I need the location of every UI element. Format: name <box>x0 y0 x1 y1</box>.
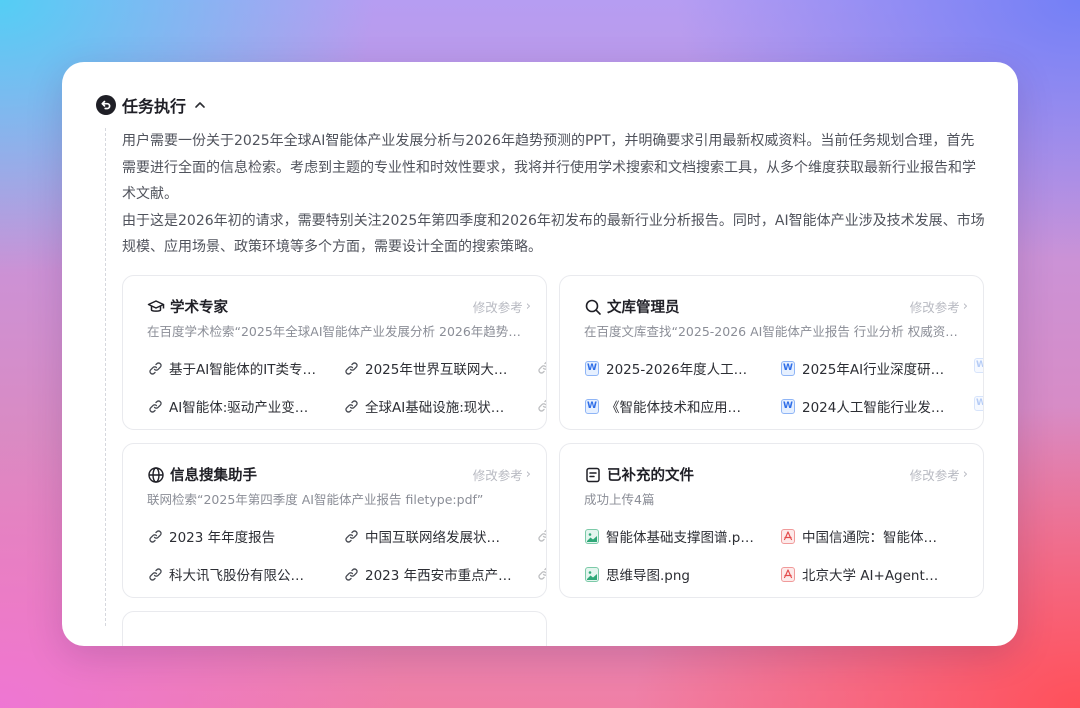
reference-item[interactable]: AI智能体:驱动产业变革的新引擎 <box>147 396 317 416</box>
card-subtitle: 在百度文库查找“2025-2026 AI智能体产业报告 行业分析 权威资料” <box>584 324 959 339</box>
reference-item[interactable]: W 《智能体技术和应用研究报告》 <box>584 396 754 416</box>
file-icon <box>584 466 602 484</box>
agent-card-library: 文库管理员 修改参考 › 在百度文库查找“2025-2026 AI智能体产业报告 … <box>559 275 984 430</box>
modify-reference-label: 修改参考 <box>909 468 960 483</box>
card-title: 已补充的文件 <box>607 468 694 484</box>
task-return-icon <box>96 95 116 115</box>
link-icon <box>537 566 546 585</box>
link-icon <box>147 566 163 582</box>
chevron-up-icon[interactable] <box>194 101 206 109</box>
link-icon <box>147 528 163 544</box>
modify-reference-button[interactable]: 修改参考 › <box>473 297 531 316</box>
card-subtitle: 联网检索“2025年第四季度 AI智能体产业报告 filetype:pdf” <box>147 492 484 507</box>
reference-item[interactable]: W 2025年AI行业深度研究报告 <box>780 358 950 378</box>
image-file-icon <box>584 528 600 544</box>
word-doc-icon: W <box>974 396 983 411</box>
task-title: 任务执行 <box>122 97 187 116</box>
reference-title: 2023 年年度报告 <box>169 530 276 546</box>
link-icon <box>343 528 359 544</box>
chevron-right-icon: › <box>525 299 531 314</box>
word-doc-icon: W <box>974 358 983 373</box>
image-file-icon <box>584 566 600 582</box>
uploaded-file-item[interactable]: 智能体基础支撑图谱.png <box>584 526 754 546</box>
link-icon <box>147 398 163 414</box>
modify-reference-button[interactable]: 修改参考 › <box>910 465 968 484</box>
timeline-divider <box>105 128 106 626</box>
description-paragraph: 用户需要一份关于2025年全球AI智能体产业发展分析与2026年趋势预测的PPT… <box>122 133 976 202</box>
description-paragraph: 由于这是2026年初的请求，需要特别关注2025年第四季度和2026年初发布的最… <box>122 212 985 256</box>
reference-item[interactable]: 2023 年年度报告 <box>147 526 317 546</box>
agent-card-web-search: 信息搜集助手 修改参考 › 联网检索“2025年第四季度 AI智能体产业报告 fi… <box>122 443 547 598</box>
task-header[interactable]: 任务执行 <box>96 94 206 116</box>
graduation-cap-icon <box>147 298 165 316</box>
reference-title: 《智能体技术和应用研究报告》 <box>606 400 754 416</box>
reference-title: 2025年AI行业深度研究报告 <box>802 362 950 378</box>
chevron-right-icon: › <box>962 467 968 482</box>
card-header: 信息搜集助手 <box>147 464 257 485</box>
link-icon <box>147 360 163 376</box>
search-icon <box>584 298 602 316</box>
agent-card-partial <box>122 611 547 646</box>
globe-icon <box>147 466 165 484</box>
reference-title: 基于AI智能体的IT类专业人才培养 <box>169 362 317 378</box>
reference-item[interactable]: W 2025-2026年度人工智能产业发展报告 <box>584 358 754 378</box>
card-header: 已补充的文件 <box>584 464 694 485</box>
card-title: 信息搜集助手 <box>170 468 257 484</box>
reference-title: 2025-2026年度人工智能产业发展报告 <box>606 362 754 378</box>
card-title: 文库管理员 <box>607 300 680 316</box>
pdf-file-icon <box>780 566 796 582</box>
modify-reference-button[interactable]: 修改参考 › <box>473 465 531 484</box>
card-title: 学术专家 <box>170 300 228 316</box>
reference-title: 2024人工智能行业发展报告 <box>802 400 950 416</box>
uploaded-file-item[interactable]: 中国信通院：智能体技术和应用研究报告.pdf <box>780 526 950 546</box>
chevron-right-icon: › <box>962 299 968 314</box>
reference-item[interactable]: 基于AI智能体的IT类专业人才培养 <box>147 358 317 378</box>
chevron-right-icon: › <box>525 467 531 482</box>
link-icon <box>343 398 359 414</box>
reference-title: 2025年世界互联网大会蓝皮书 <box>365 362 513 378</box>
word-doc-icon: W <box>780 398 796 414</box>
file-name: 中国信通院：智能体技术和应用研究报告.pdf <box>802 530 950 546</box>
link-icon <box>343 566 359 582</box>
reference-item[interactable]: W 2024人工智能行业发展报告 <box>780 396 950 416</box>
reference-title: 中国互联网络发展状况统计报告 <box>365 530 513 546</box>
word-doc-icon: W <box>584 398 600 414</box>
card-header: 文库管理员 <box>584 296 680 317</box>
pdf-file-icon <box>780 528 796 544</box>
task-description: 用户需要一份关于2025年全球AI智能体产业发展分析与2026年趋势预测的PPT… <box>122 128 988 261</box>
reference-item[interactable]: 中国互联网络发展状况统计报告 <box>343 526 513 546</box>
file-name: 思维导图.png <box>606 568 690 584</box>
link-icon <box>537 398 546 417</box>
task-panel: 任务执行 用户需要一份关于2025年全球AI智能体产业发展分析与2026年趋势预… <box>62 62 1018 646</box>
word-doc-icon: W <box>584 360 600 376</box>
reference-item[interactable]: 全球AI基础设施:现状与展望 <box>343 396 513 416</box>
link-icon <box>537 528 546 547</box>
modify-reference-label: 修改参考 <box>472 300 523 315</box>
uploaded-file-item[interactable]: 思维导图.png <box>584 564 754 584</box>
card-header: 学术专家 <box>147 296 228 317</box>
link-icon <box>537 360 546 379</box>
reference-item[interactable]: 2023 年西安市重点产业链报告 <box>343 564 513 584</box>
modify-reference-label: 修改参考 <box>909 300 960 315</box>
card-subtitle: 在百度学术检索“2025年全球AI智能体产业发展分析 2026年趋势预测” <box>147 324 522 339</box>
file-name: 北京大学 AI+Agent产业研究.pdf <box>802 568 950 584</box>
file-name: 智能体基础支撑图谱.png <box>606 530 754 546</box>
reference-title: 全球AI基础设施:现状与展望 <box>365 400 513 416</box>
word-doc-icon: W <box>780 360 796 376</box>
reference-item[interactable]: 2025年世界互联网大会蓝皮书 <box>343 358 513 378</box>
reference-title: 科大讯飞股份有限公司年度报告 <box>169 568 317 584</box>
reference-title: AI智能体:驱动产业变革的新引擎 <box>169 400 317 416</box>
agent-card-academic: 学术专家 修改参考 › 在百度学术检索“2025年全球AI智能体产业发展分析 20… <box>122 275 547 430</box>
uploaded-file-item[interactable]: 北京大学 AI+Agent产业研究.pdf <box>780 564 950 584</box>
reference-item[interactable]: 科大讯飞股份有限公司年度报告 <box>147 564 317 584</box>
card-subtitle: 成功上传4篇 <box>584 492 655 507</box>
uploaded-files-card: 已补充的文件 修改参考 › 成功上传4篇 智能体基础支撑图谱.png 中国信通院：… <box>559 443 984 598</box>
link-icon <box>343 360 359 376</box>
reference-title: 2023 年西安市重点产业链报告 <box>365 568 513 584</box>
modify-reference-label: 修改参考 <box>472 468 523 483</box>
modify-reference-button[interactable]: 修改参考 › <box>910 297 968 316</box>
